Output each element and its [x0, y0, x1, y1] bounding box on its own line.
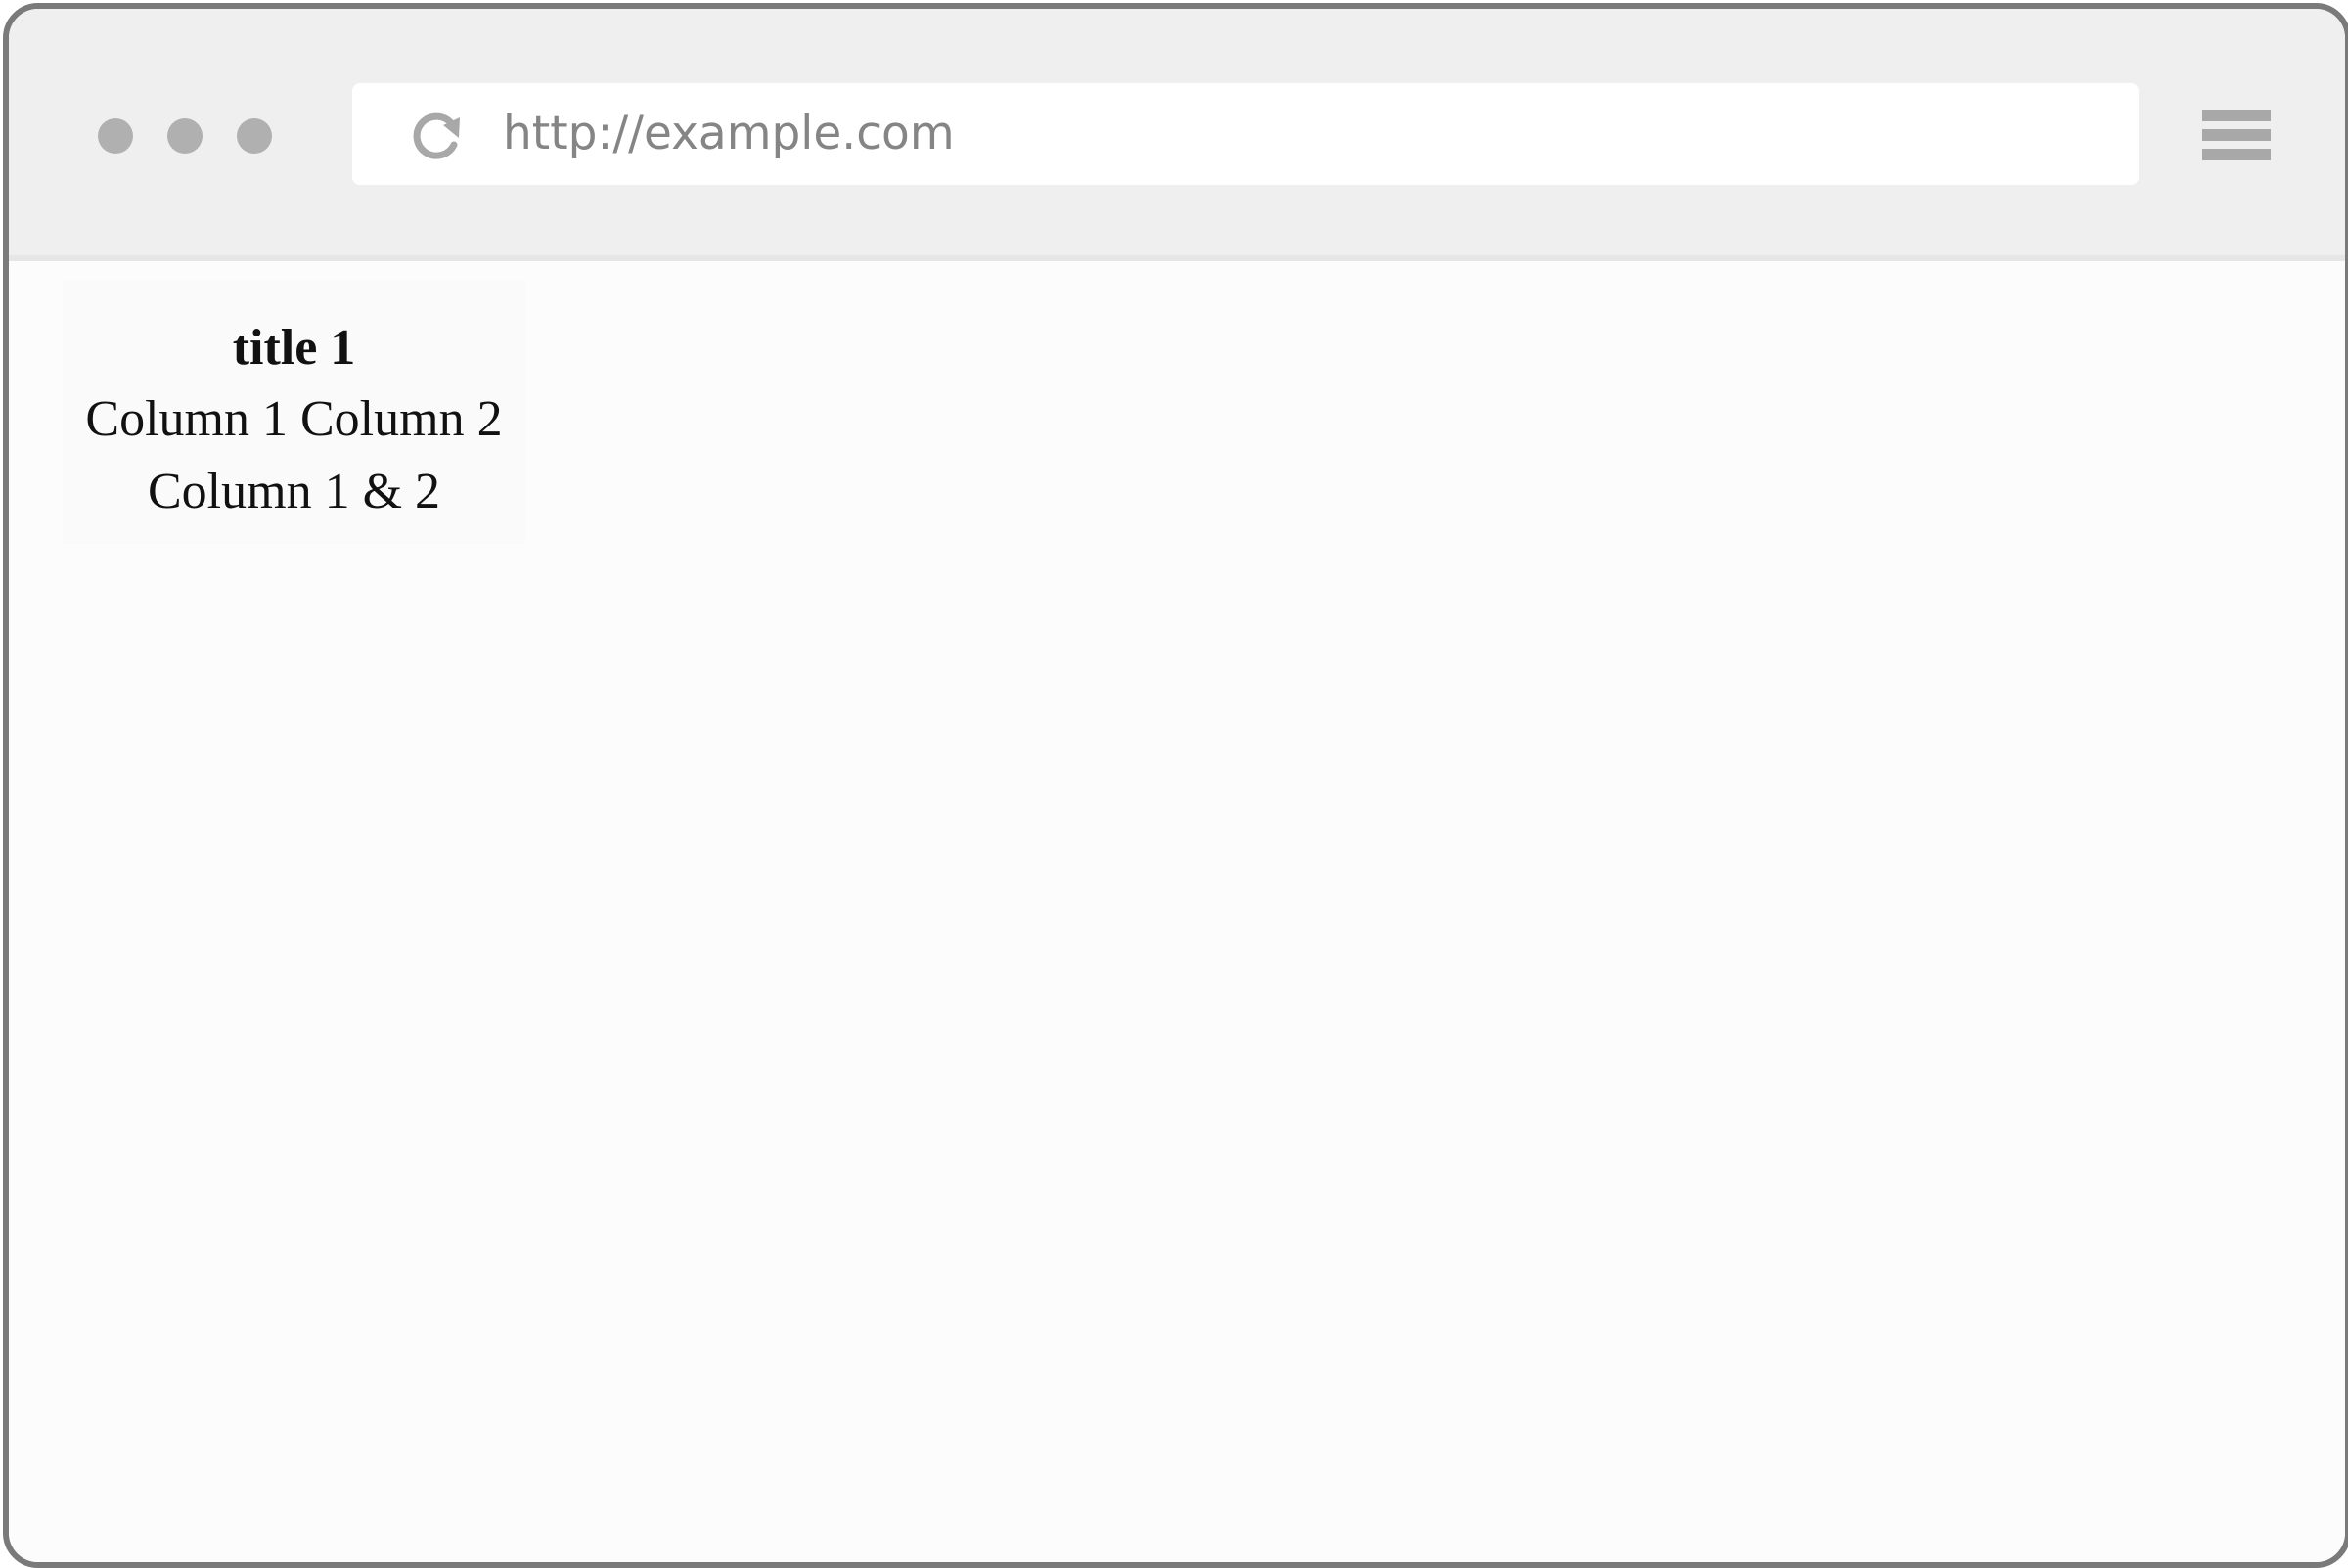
- table-header-row: Column 1 Column 2: [63, 390, 525, 449]
- merged-cell: Column 1 & 2: [147, 464, 441, 519]
- column-2-header: Column 2: [300, 391, 503, 447]
- hamburger-menu-icon[interactable]: [2202, 107, 2273, 163]
- table-title: title 1: [232, 320, 356, 376]
- page-content: title 1 Column 1 Column 2 Column 1 & 2: [9, 261, 2345, 1562]
- browser-window: http://example.com title 1 Column 1 Colu…: [3, 3, 2348, 1568]
- menu-line-top: [2202, 110, 2271, 121]
- column-1-header: Column 1: [85, 391, 288, 447]
- browser-toolbar: http://example.com: [9, 9, 2345, 261]
- menu-line-bottom: [2202, 149, 2271, 160]
- window-control-dot-1[interactable]: [98, 118, 133, 154]
- table-container: title 1 Column 1 Column 2 Column 1 & 2: [63, 280, 525, 544]
- address-bar[interactable]: http://example.com: [352, 83, 2139, 185]
- window-control-dot-3[interactable]: [237, 118, 272, 154]
- reload-icon[interactable]: [410, 108, 465, 162]
- reload-icon-graphic: [413, 112, 460, 159]
- url-text[interactable]: http://example.com: [503, 106, 955, 162]
- menu-line-middle: [2202, 129, 2271, 141]
- window-control-dot-2[interactable]: [167, 118, 203, 154]
